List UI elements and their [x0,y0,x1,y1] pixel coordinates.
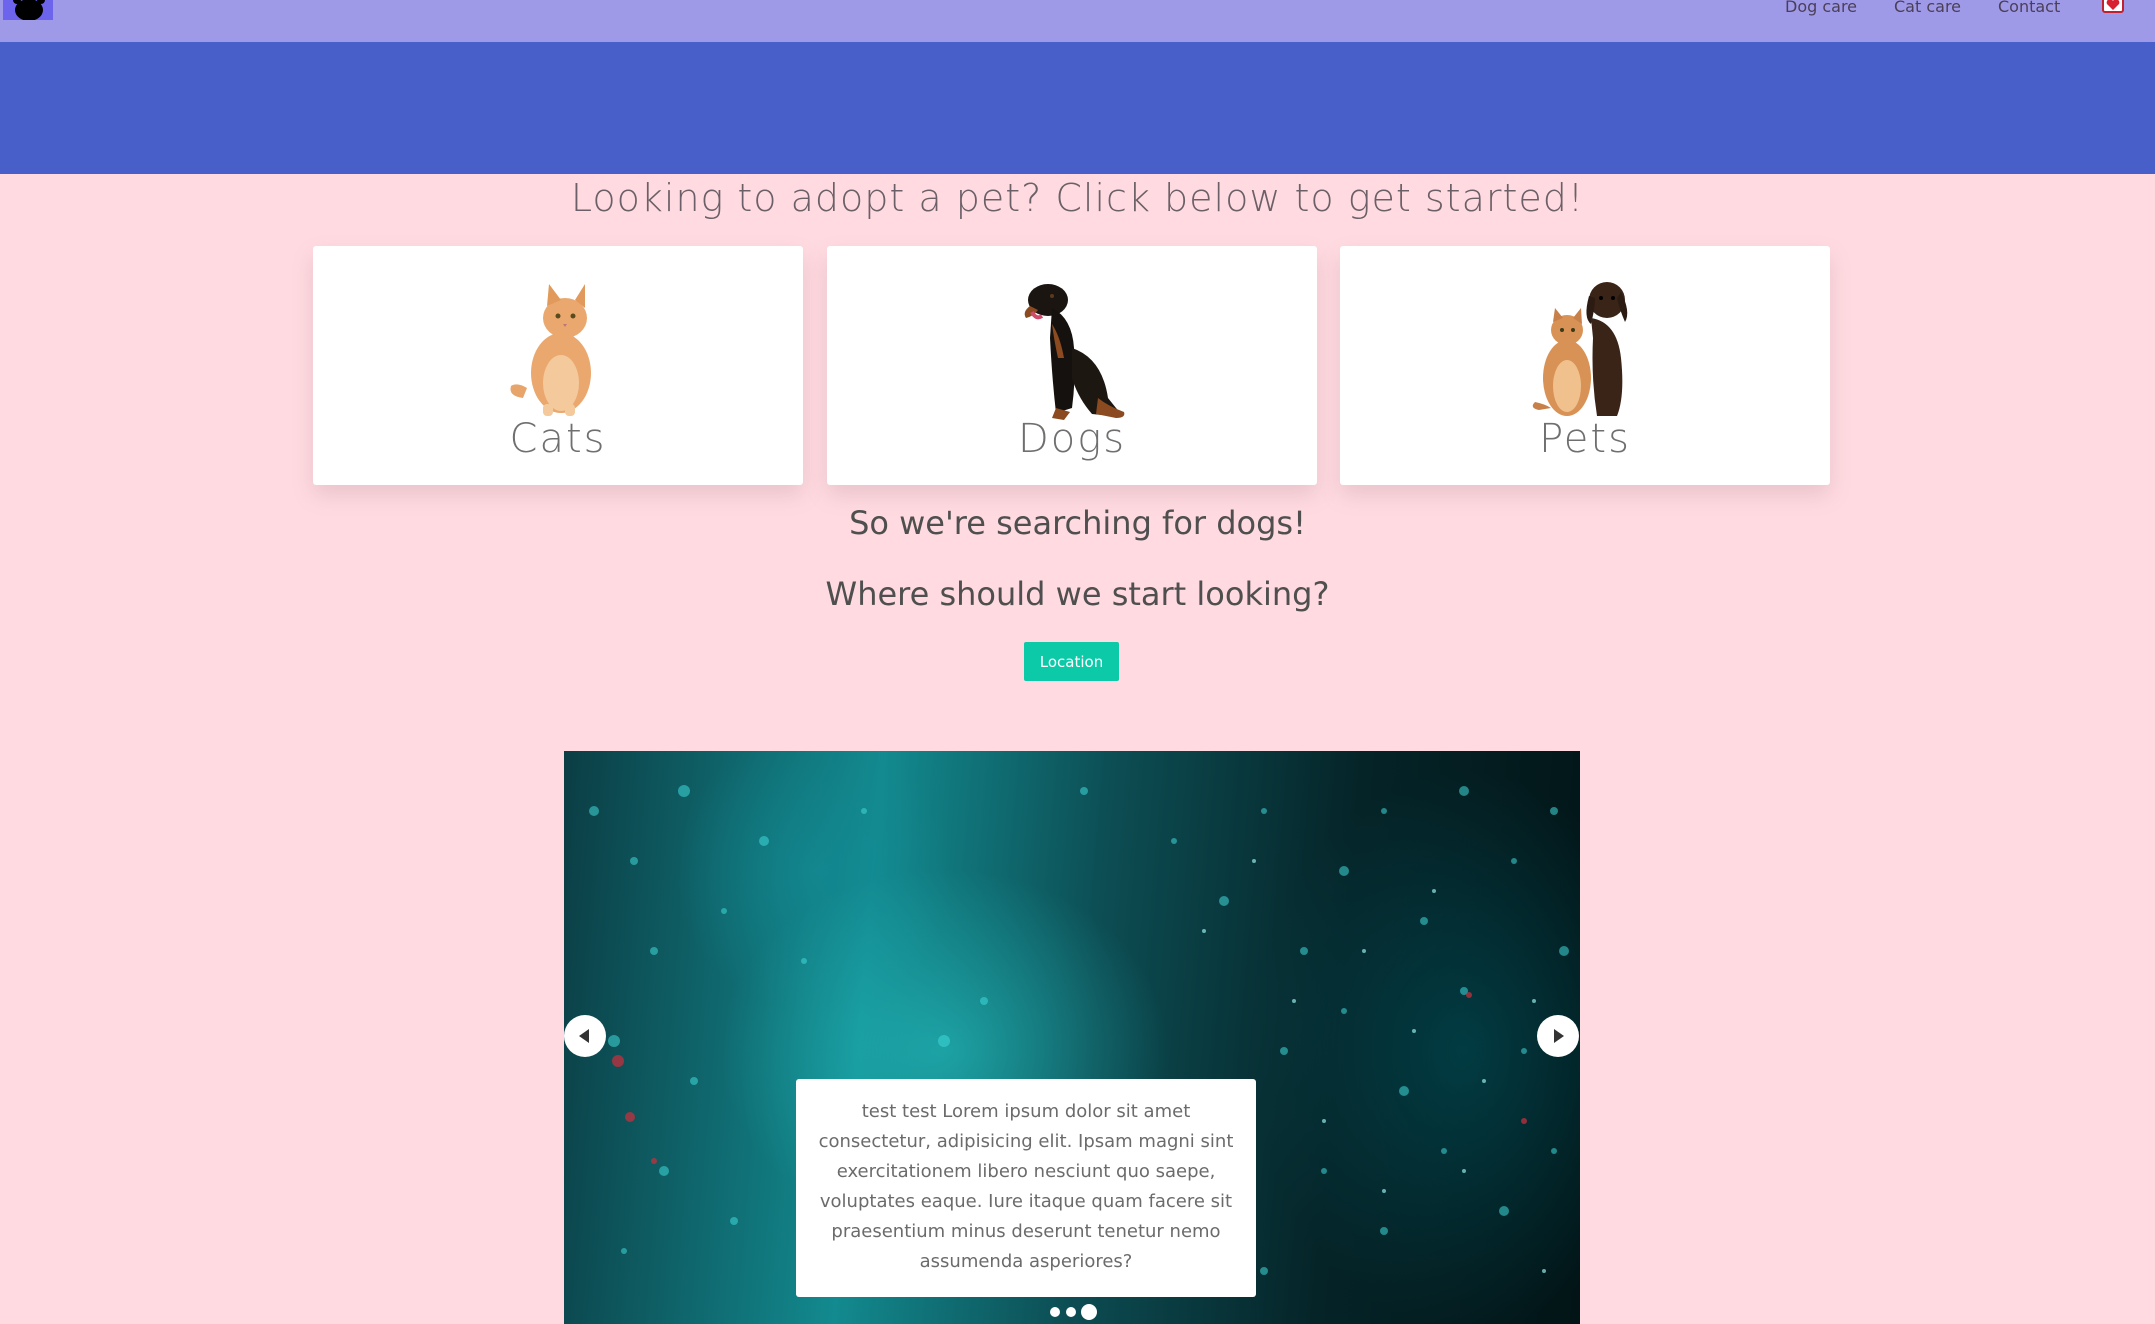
chevron-left-icon [579,1029,589,1043]
carousel-next-button[interactable] [1537,1015,1579,1057]
nav-link-contact[interactable]: Contact [1998,0,2060,16]
carousel-indicator-2[interactable] [1066,1307,1076,1317]
card-label-pets: Pets [1539,416,1631,462]
dog-photo [827,278,1317,420]
heart-icon[interactable] [2102,0,2124,18]
carousel-indicator-1[interactable] [1050,1307,1060,1317]
hero-banner [0,42,2155,174]
search-status-text: So we're searching for dogs! [849,504,1306,542]
location-button[interactable]: Location [1024,642,1119,681]
carousel-caption: test test Lorem ipsum dolor sit amet con… [796,1079,1256,1297]
card-pets[interactable]: Pets [1340,246,1830,485]
navbar: Dog care Cat care Contact [0,0,2155,42]
paw-logo[interactable] [3,0,53,20]
cat-photo [313,278,803,418]
image-carousel: test test Lorem ipsum dolor sit amet con… [564,751,1580,1324]
carousel-indicator-3[interactable] [1081,1304,1097,1320]
page-headline: Looking to adopt a pet? Click below to g… [570,176,1585,220]
nav-link-cat-care[interactable]: Cat care [1894,0,1961,16]
card-label-cats: Cats [509,416,607,462]
cat-and-dog-photo [1340,278,1830,418]
card-label-dogs: Dogs [1017,416,1127,462]
search-prompt-text: Where should we start looking? [825,575,1330,613]
card-dogs[interactable]: Dogs [827,246,1317,485]
chevron-right-icon [1554,1029,1564,1043]
card-cats[interactable]: Cats [313,246,803,485]
nav-link-dog-care[interactable]: Dog care [1785,0,1857,16]
carousel-prev-button[interactable] [564,1015,606,1057]
